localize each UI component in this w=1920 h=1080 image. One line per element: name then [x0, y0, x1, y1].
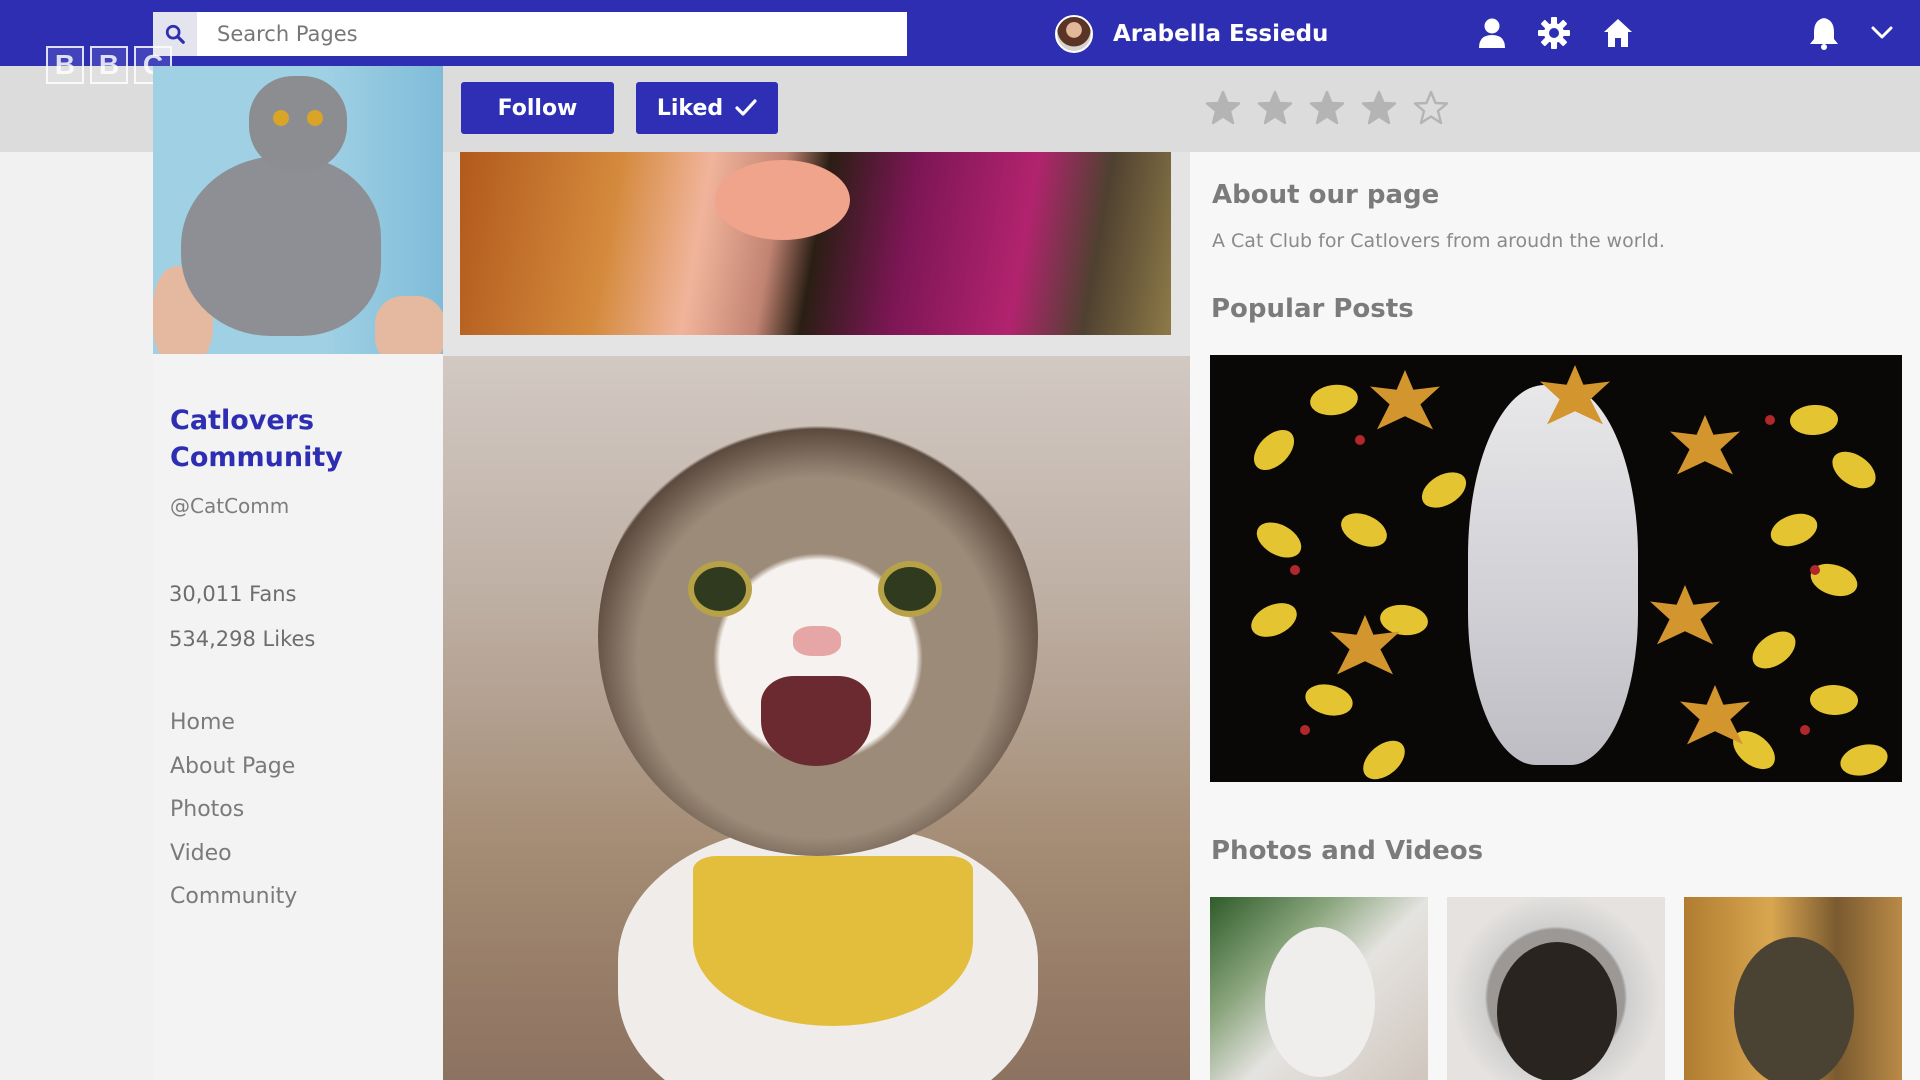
about-title: About our page: [1212, 180, 1440, 210]
popular-post-image[interactable]: [1210, 355, 1902, 782]
home-icon[interactable]: [1600, 14, 1636, 52]
fans-label: Fans: [249, 582, 297, 606]
gear-icon[interactable]: [1536, 14, 1572, 52]
likes-count: 534,298 Likes: [169, 627, 315, 651]
search-bar[interactable]: [153, 12, 907, 56]
page-nav: Home About Page Photos Video Community: [170, 710, 297, 928]
feed-post-image[interactable]: [443, 356, 1190, 1080]
media-thumbnail[interactable]: [1684, 897, 1902, 1080]
photos-videos-title: Photos and Videos: [1211, 836, 1484, 866]
follow-button[interactable]: Follow: [461, 82, 614, 134]
watermark-letter: B: [46, 46, 84, 84]
nav-item-home[interactable]: Home: [170, 710, 297, 754]
page-title: Catlovers Community: [170, 402, 440, 476]
feed-post-image[interactable]: [460, 152, 1171, 335]
watermark-letter: B: [90, 46, 128, 84]
nav-item-about-page[interactable]: About Page: [170, 754, 297, 798]
liked-label: Liked: [656, 95, 724, 121]
check-icon: [735, 99, 757, 116]
star-rating[interactable]: [1205, 90, 1449, 126]
about-text: A Cat Club for Catlovers from aroudn the…: [1212, 230, 1665, 252]
profile-icon[interactable]: [1474, 14, 1510, 52]
star-filled-icon[interactable]: [1361, 90, 1397, 126]
profile-photo[interactable]: [153, 66, 443, 354]
bell-icon[interactable]: [1806, 14, 1842, 52]
nav-item-photos[interactable]: Photos: [170, 797, 297, 841]
follow-label: Follow: [497, 95, 578, 121]
chevron-down-icon[interactable]: [1864, 14, 1900, 52]
media-thumbnail[interactable]: [1447, 897, 1665, 1080]
avatar[interactable]: [1055, 15, 1093, 53]
page: Arabella Essiedu: [0, 0, 1920, 1080]
page-title-line1: Catlovers: [170, 405, 315, 436]
search-input[interactable]: [197, 12, 887, 56]
user-menu[interactable]: Arabella Essiedu: [1055, 14, 1328, 54]
user-name: Arabella Essiedu: [1113, 21, 1329, 47]
nav-item-video[interactable]: Video: [170, 841, 297, 885]
star-empty-icon[interactable]: [1413, 90, 1449, 126]
page-title-line2: Community: [170, 442, 343, 473]
star-filled-icon[interactable]: [1309, 90, 1345, 126]
nav-item-community[interactable]: Community: [170, 884, 297, 928]
fans-number: 30,011: [169, 582, 243, 606]
popular-posts-title: Popular Posts: [1211, 294, 1414, 324]
page-handle: @CatComm: [170, 494, 290, 518]
star-filled-icon[interactable]: [1257, 90, 1293, 126]
likes-label: Likes: [262, 627, 316, 651]
liked-button[interactable]: Liked: [636, 82, 778, 134]
fans-count: 30,011 Fans: [169, 582, 296, 606]
likes-number: 534,298: [169, 627, 256, 651]
top-bar: Arabella Essiedu: [0, 0, 1920, 66]
star-filled-icon[interactable]: [1205, 90, 1241, 126]
media-thumbnail[interactable]: [1210, 897, 1428, 1080]
